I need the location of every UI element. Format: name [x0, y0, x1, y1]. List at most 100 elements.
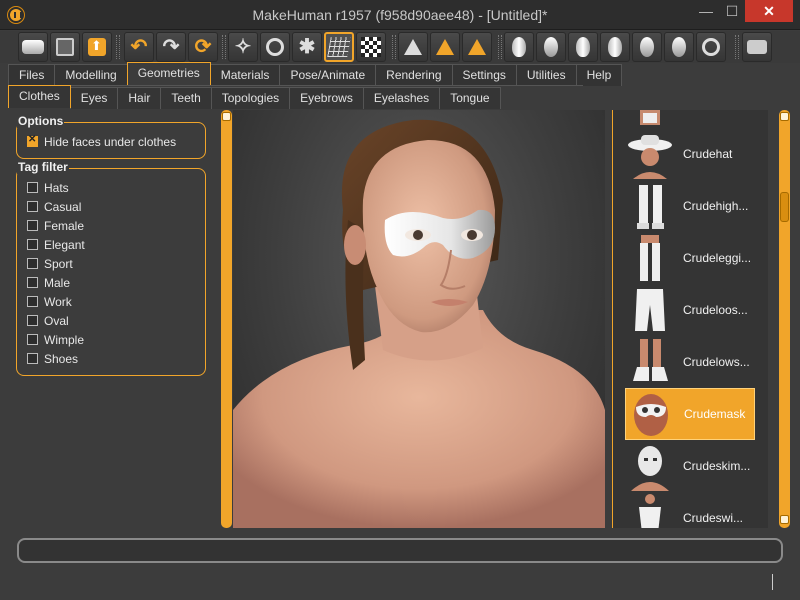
tab-geometries[interactable]: Geometries [126, 62, 211, 85]
subtab-hair[interactable]: Hair [117, 87, 162, 109]
file-toolbar-group [18, 32, 112, 62]
hide-faces-checkbox[interactable] [27, 134, 38, 147]
wireframe-toggle-button[interactable] [18, 32, 48, 62]
list-item-crudeleggi[interactable]: Crudeleggi... [625, 232, 755, 284]
tag-shoes[interactable]: Shoes [17, 349, 205, 368]
subtab-eyebrows[interactable]: Eyebrows [289, 87, 364, 109]
tab-rendering[interactable]: Rendering [375, 64, 453, 86]
clothes-list-scrollbar[interactable] [779, 110, 790, 528]
tag-elegant[interactable]: Elegant [17, 235, 205, 254]
clothes-thumbnail [625, 129, 675, 179]
edit-toolbar-group: ↶ ↷ ⟳ [124, 32, 218, 62]
tag-work[interactable]: Work [17, 292, 205, 311]
list-item-label: Crudeloos... [683, 303, 748, 317]
tag-checkbox[interactable] [27, 334, 38, 345]
minimize-button[interactable]: — [693, 0, 719, 22]
background-button[interactable] [356, 32, 386, 62]
tag-female[interactable]: Female [17, 216, 205, 235]
screenshot-button[interactable] [742, 32, 772, 62]
wireframe-button[interactable] [260, 32, 290, 62]
list-item-crudemask[interactable]: Crudemask [625, 388, 755, 440]
tag-checkbox[interactable] [27, 353, 38, 364]
screenshot-toolbar-group [742, 32, 772, 62]
tag-checkbox[interactable] [27, 239, 38, 250]
subtab-teeth[interactable]: Teeth [160, 87, 212, 109]
tag-label: Male [44, 275, 71, 290]
3d-viewport[interactable] [233, 110, 605, 528]
tag-sport[interactable]: Sport [17, 254, 205, 273]
side-view-button[interactable] [430, 32, 460, 62]
tag-wimple[interactable]: Wimple [17, 330, 205, 349]
list-item-crudelows[interactable]: Crudelows... [625, 336, 755, 388]
save-button[interactable] [50, 32, 80, 62]
tag-checkbox[interactable] [27, 220, 38, 231]
background-icon [361, 37, 381, 57]
scroll-up-knob[interactable] [222, 112, 231, 121]
pose-button[interactable]: ✱ [292, 32, 322, 62]
tag-hats[interactable]: Hats [17, 178, 205, 197]
egg-icon [544, 37, 558, 57]
clothes-thumbnail [625, 441, 675, 491]
grid-button[interactable] [324, 32, 354, 62]
reset-button[interactable]: ⟳ [188, 32, 218, 62]
egg-button[interactable] [536, 32, 566, 62]
list-item-crudeloos[interactable]: Crudeloos... [625, 284, 755, 336]
tag-filter-title: Tag filter [17, 160, 69, 174]
lungs-button[interactable] [664, 32, 694, 62]
head-button[interactable] [504, 32, 534, 62]
tab-utilities[interactable]: Utilities [515, 64, 577, 86]
hide-faces-option[interactable]: Hide faces under clothes [17, 132, 205, 151]
toolbar-separator [498, 35, 502, 59]
subtab-eyes[interactable]: Eyes [69, 87, 119, 109]
tag-label: Oval [44, 313, 69, 328]
scroll-up-knob[interactable] [780, 112, 789, 121]
tag-checkbox[interactable] [27, 182, 38, 193]
left-iris-shape [413, 230, 423, 240]
tag-label: Work [44, 294, 72, 309]
left-panel-scrollbar[interactable] [221, 110, 232, 528]
undo-button[interactable]: ↶ [124, 32, 154, 62]
back-view-button[interactable] [462, 32, 492, 62]
scroll-down-knob[interactable] [780, 515, 789, 524]
tab-modelling[interactable]: Modelling [54, 64, 128, 86]
tab-settings[interactable]: Settings [451, 64, 517, 86]
title-bar: MakeHuman r1957 (f958d90aee48) - [Untitl… [0, 0, 800, 30]
brain-button[interactable] [632, 32, 662, 62]
tab-pose-animate[interactable]: Pose/Animate [279, 64, 377, 86]
list-item-crudeswi[interactable]: Crudeswi... [625, 492, 755, 528]
tab-files[interactable]: Files [8, 64, 56, 86]
redo-button[interactable]: ↷ [156, 32, 186, 62]
export-button[interactable] [82, 32, 112, 62]
subtab-topologies[interactable]: Topologies [210, 87, 291, 109]
subtab-clothes[interactable]: Clothes [8, 85, 71, 108]
front-view-button[interactable] [398, 32, 428, 62]
close-button[interactable]: ✕ [745, 0, 793, 22]
main-tabs: Files Modelling Geometries Materials Pos… [8, 62, 623, 86]
tab-help[interactable]: Help [575, 64, 623, 86]
list-item-label: Crudemask [684, 407, 746, 421]
clothes-thumbnail [625, 493, 675, 528]
face-button[interactable] [568, 32, 598, 62]
maximize-button[interactable]: ☐ [719, 0, 745, 22]
tag-checkbox[interactable] [27, 296, 38, 307]
wireframe-icon [266, 38, 284, 56]
subtab-eyelashes[interactable]: Eyelashes [362, 87, 441, 109]
tag-checkbox[interactable] [27, 258, 38, 269]
skull-button[interactable] [600, 32, 630, 62]
tab-materials[interactable]: Materials [209, 64, 281, 86]
tag-casual[interactable]: Casual [17, 197, 205, 216]
ring-button[interactable] [696, 32, 726, 62]
list-item-crudehigh[interactable]: Crudehigh... [625, 180, 755, 232]
tag-checkbox[interactable] [27, 201, 38, 212]
list-item[interactable] [625, 110, 755, 126]
scroll-handle[interactable] [780, 192, 789, 222]
subtab-tongue[interactable]: Tongue [439, 87, 501, 109]
tag-checkbox[interactable] [27, 277, 38, 288]
tag-filter-group: Tag filter Hats Casual Female Elegant Sp… [16, 160, 206, 376]
tag-male[interactable]: Male [17, 273, 205, 292]
list-item-crudeskim[interactable]: Crudeskim... [625, 440, 755, 492]
smooth-button[interactable]: ✧ [228, 32, 258, 62]
tag-oval[interactable]: Oval [17, 311, 205, 330]
list-item-crudehat[interactable]: Crudehat [625, 128, 755, 180]
tag-checkbox[interactable] [27, 315, 38, 326]
